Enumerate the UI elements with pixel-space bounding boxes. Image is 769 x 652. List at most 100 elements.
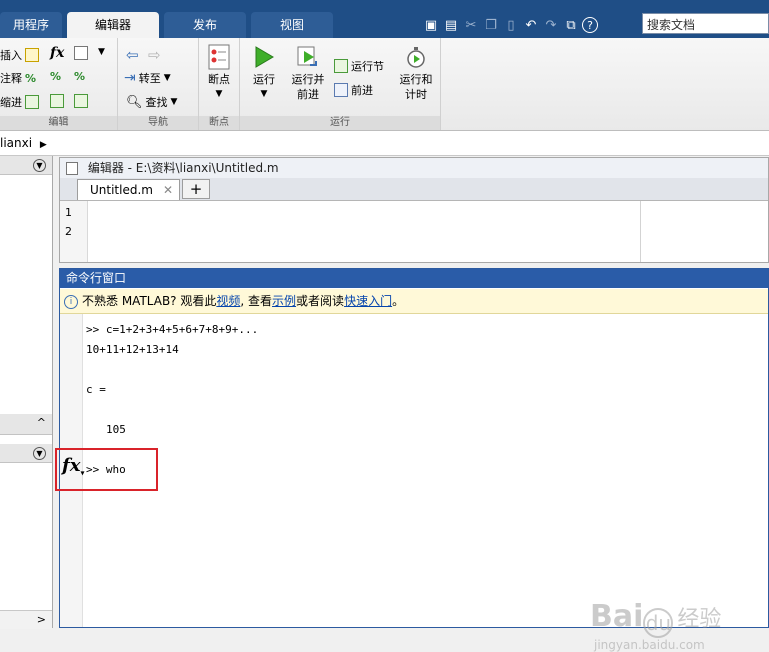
wrap-comment-icon[interactable]: % [74, 70, 85, 83]
run-advance-label-1: 运行并 [291, 73, 325, 86]
layout-icon[interactable]: ▣ [422, 16, 440, 34]
find-label: 查找 [145, 96, 168, 109]
run-time-label-2: 计时 [405, 88, 427, 101]
paste-icon[interactable]: ▯ [502, 16, 520, 34]
switch-window-icon[interactable]: ⧉ [562, 16, 580, 34]
chevron-right-icon[interactable]: > [37, 613, 46, 626]
chevron-down-icon: ▼ [170, 97, 178, 107]
workspace-panel-header: ▼ [0, 444, 52, 463]
comment-button[interactable]: 注释 % [0, 70, 36, 86]
play-icon [251, 44, 277, 70]
advance-icon [334, 83, 348, 97]
breakpoints-button[interactable]: 断点 ▼ [203, 44, 235, 102]
ribbon-group-run: 运行 ▼ 运行并 前进 运行节 前进 运行和 计时 运行 [240, 38, 441, 130]
undo-icon[interactable]: ↶ [522, 16, 540, 34]
help-icon[interactable]: ? [582, 17, 598, 33]
increase-indent-icon[interactable] [50, 94, 64, 108]
info-text: 或者阅读 [296, 294, 345, 308]
group-label-edit: 编辑 [0, 116, 117, 130]
command-window-title: 命令行窗口 [60, 269, 768, 288]
current-folder-bar: lianxi ▶ [0, 131, 769, 156]
panel-menu-icon[interactable]: ▼ [33, 447, 46, 460]
tab-untitled-m[interactable]: Untitled.m ✕ [77, 179, 180, 200]
run-and-advance-button[interactable]: 运行并 前进 [286, 44, 330, 102]
watermark-brand-cn: 经验 [677, 607, 722, 632]
baidu-watermark: Bai du 经验 jingyan.baidu.com [590, 599, 721, 652]
percent-icon: % [25, 71, 37, 85]
decrease-indent-icon[interactable] [74, 94, 88, 108]
copy-icon[interactable]: ❐ [482, 16, 500, 34]
save-icon[interactable]: ▤ [442, 16, 460, 34]
stopwatch-icon [403, 44, 429, 70]
group-label-navigate: 导航 [118, 116, 198, 130]
cut-icon[interactable]: ✂ [462, 16, 480, 34]
run-section-button[interactable]: 运行节 [334, 58, 384, 74]
insert-label: 插入 [0, 49, 22, 62]
tab-label: Untitled.m [90, 183, 153, 197]
editor-title: 编辑器 - E:\资料\lianxi\Untitled.m [87, 161, 279, 175]
run-and-time-button[interactable]: 运行和 计时 [396, 44, 436, 102]
forward-arrow-icon[interactable]: ⇨ [148, 46, 161, 64]
back-arrow-icon[interactable]: ⇦ [126, 46, 139, 64]
tab-apps[interactable]: 用程序 [0, 12, 62, 38]
line-number-gutter: 1 2 [60, 201, 88, 262]
close-icon[interactable]: ✕ [163, 180, 173, 200]
folder-breadcrumb[interactable]: lianxi [0, 136, 32, 150]
command-line: >> c=1+2+3+4+5+6+7+8+9+... [86, 323, 259, 336]
run-button[interactable]: 运行 ▼ [246, 44, 282, 102]
info-icon: i [64, 294, 78, 309]
info-text: 不熟悉 MATLAB? 观看此 [82, 294, 217, 308]
chevron-up-icon[interactable]: ^ [37, 416, 46, 429]
line-number: 1 [65, 206, 72, 219]
insert-button[interactable]: 插入 [0, 47, 39, 63]
advance-button[interactable]: 前进 [334, 82, 373, 98]
new-tab-button[interactable]: + [182, 179, 210, 199]
getting-started-link[interactable]: 快速入门 [344, 294, 392, 308]
left-side-panels: ▼ ^ ▼ > [0, 156, 53, 629]
goto-label: 转至 [138, 72, 161, 85]
indent-button[interactable]: 缩进 [0, 94, 39, 110]
search-input[interactable]: 搜索文档 [642, 13, 769, 34]
run-time-label-1: 运行和 [399, 73, 433, 86]
command-output: 105 [106, 423, 126, 436]
horizontal-scrollbar[interactable]: > [0, 610, 52, 629]
tab-view[interactable]: 视图 [251, 12, 333, 38]
run-advance-label-2: 前进 [297, 88, 319, 101]
editor-tabs: Untitled.m ✕ + [60, 178, 768, 201]
editor-title-bar: 编辑器 - E:\资料\lianxi\Untitled.m [60, 158, 768, 178]
details-panel-header: ^ [0, 414, 52, 435]
function-browser-icon[interactable] [74, 46, 88, 60]
goto-button[interactable]: ⇥ 转至 ▼ [124, 70, 171, 86]
fx-function-icon[interactable]: fx [50, 45, 64, 61]
find-button[interactable]: 🔍︎ 查找 ▼ [126, 94, 177, 110]
ribbon-group-edit: 插入 fx ▼ 注释 % % % 缩进 编辑 [0, 38, 118, 130]
chevron-down-icon[interactable]: ▼ [98, 47, 105, 57]
info-text: 。 [392, 294, 405, 308]
video-link[interactable]: 视频 [216, 294, 240, 308]
quick-access-toolbar: ▣ ▤ ✂ ❐ ▯ ↶ ↷ ⧉ ? [422, 14, 598, 36]
command-output: c = [86, 383, 106, 396]
uncomment-icon[interactable]: % [50, 70, 61, 83]
tab-publish[interactable]: 发布 [164, 12, 246, 38]
ribbon: 插入 fx ▼ 注释 % % % 缩进 编辑 ⇦ ⇨ ⇥ 转至 ▼ 🔍︎ 查找 … [0, 38, 769, 131]
paw-icon: du [643, 607, 674, 638]
tab-editor[interactable]: 编辑器 [67, 12, 159, 38]
chevron-down-icon: ▼ [163, 73, 171, 83]
run-label: 运行 [253, 73, 275, 86]
watermark-url: jingyan.baidu.com [594, 637, 705, 652]
chevron-down-icon: ▼ [260, 89, 268, 99]
code-area[interactable] [88, 201, 640, 262]
chevron-right-icon[interactable]: ▶ [40, 140, 47, 150]
panel-menu-icon[interactable]: ▼ [33, 159, 46, 172]
examples-link[interactable]: 示例 [272, 294, 296, 308]
line-number: 2 [65, 225, 72, 238]
group-label-breakpoints: 断点 [199, 116, 239, 130]
redo-icon[interactable]: ↷ [542, 16, 560, 34]
magnifier-icon: 🔍︎ [126, 94, 143, 110]
command-window: 命令行窗口 i 不熟悉 MATLAB? 观看此视频, 查看示例或者阅读快速入门。 … [55, 268, 769, 652]
breakpoints-label: 断点 [208, 73, 230, 86]
breakpoints-icon [206, 44, 232, 70]
ribbon-group-breakpoints: 断点 ▼ 断点 [199, 38, 240, 130]
document-icon [66, 162, 78, 175]
goto-arrow-icon: ⇥ [124, 70, 136, 86]
